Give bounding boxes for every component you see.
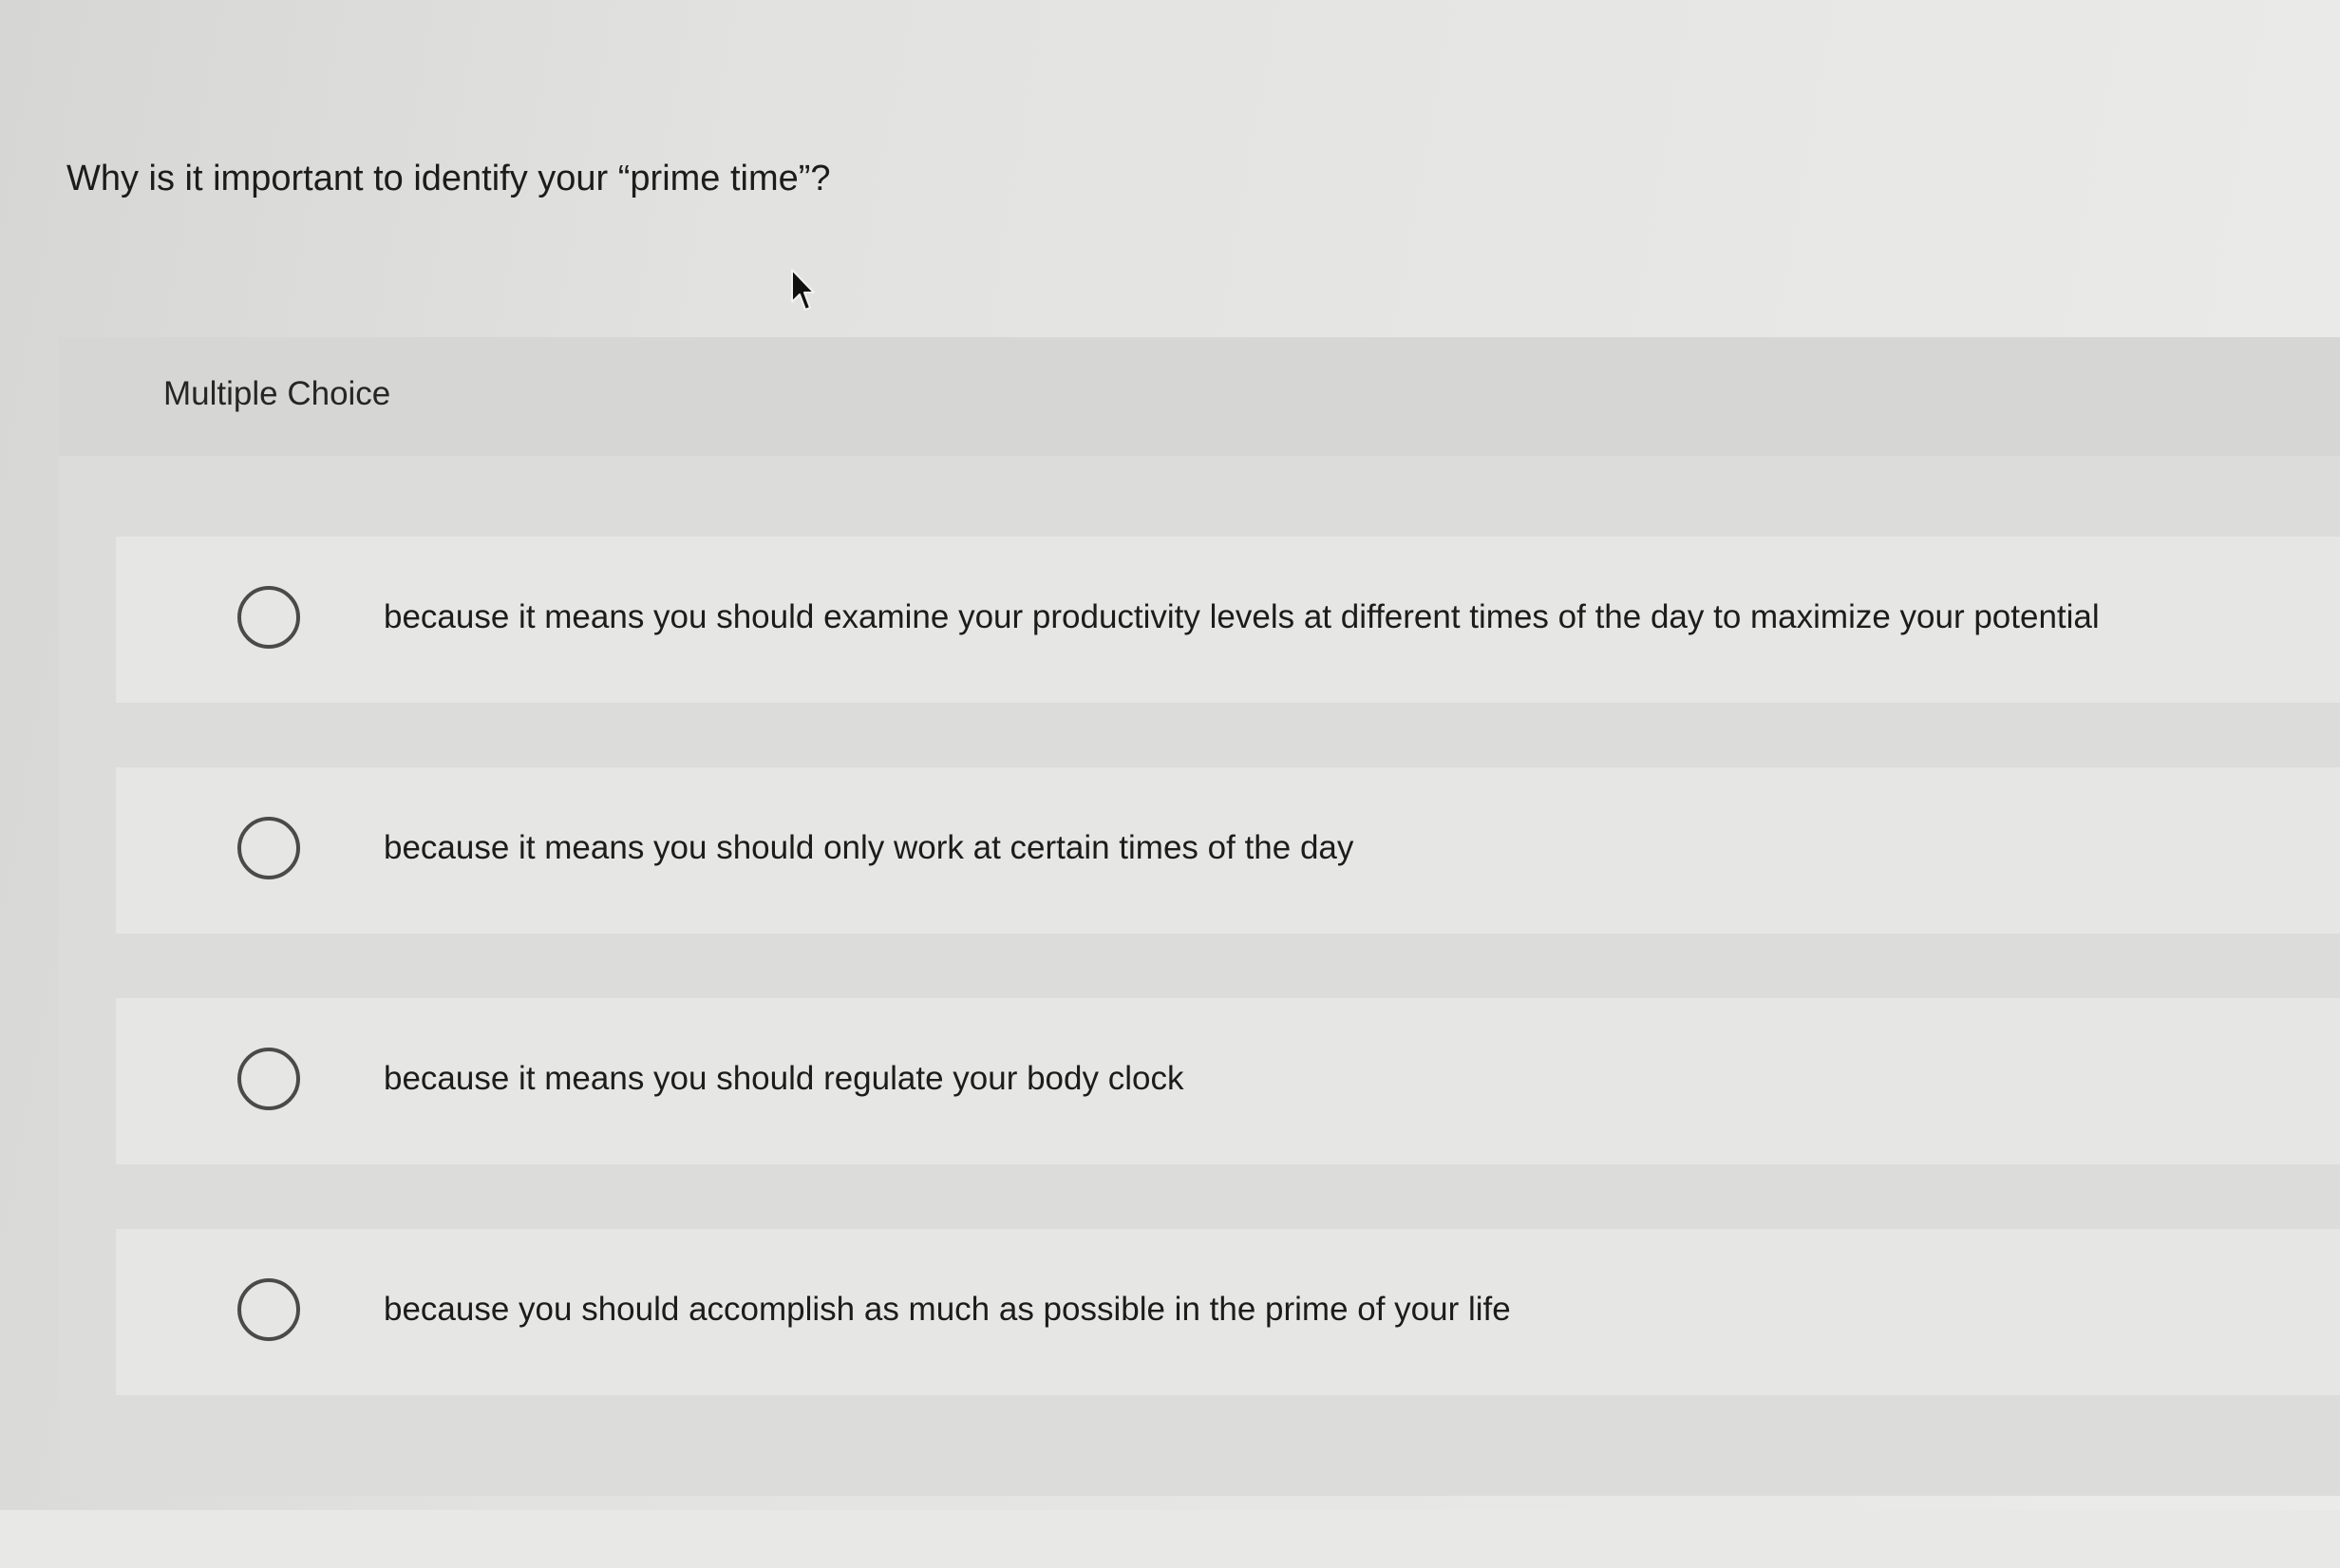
radio-button-icon[interactable]	[237, 1048, 300, 1110]
answer-option-label: because it means you should examine your…	[384, 598, 2100, 635]
answer-option-4[interactable]: because you should accomplish as much as…	[116, 1229, 2340, 1395]
radio-button-icon[interactable]	[237, 817, 300, 879]
question-type-header: Multiple Choice	[59, 337, 2340, 456]
answer-option-2[interactable]: because it means you should only work at…	[116, 767, 2340, 934]
answer-option-3[interactable]: because it means you should regulate you…	[116, 998, 2340, 1164]
question-type-label: Multiple Choice	[163, 375, 391, 412]
radio-button-icon[interactable]	[237, 1278, 300, 1341]
mouse-pointer-icon	[791, 269, 815, 311]
answer-option-label: because it means you should only work at…	[384, 829, 1354, 866]
answer-panel: Multiple Choice because it means you sho…	[59, 337, 2340, 1496]
answer-options: because it means you should examine your…	[59, 537, 2340, 1460]
question-text: Why is it important to identify your “pr…	[66, 159, 831, 198]
answer-option-label: because it means you should regulate you…	[384, 1060, 1184, 1097]
answer-option-label: because you should accomplish as much as…	[384, 1291, 1511, 1328]
radio-button-icon[interactable]	[237, 586, 300, 649]
page-footer-area	[0, 1510, 2340, 1568]
answer-option-1[interactable]: because it means you should examine your…	[116, 537, 2340, 703]
